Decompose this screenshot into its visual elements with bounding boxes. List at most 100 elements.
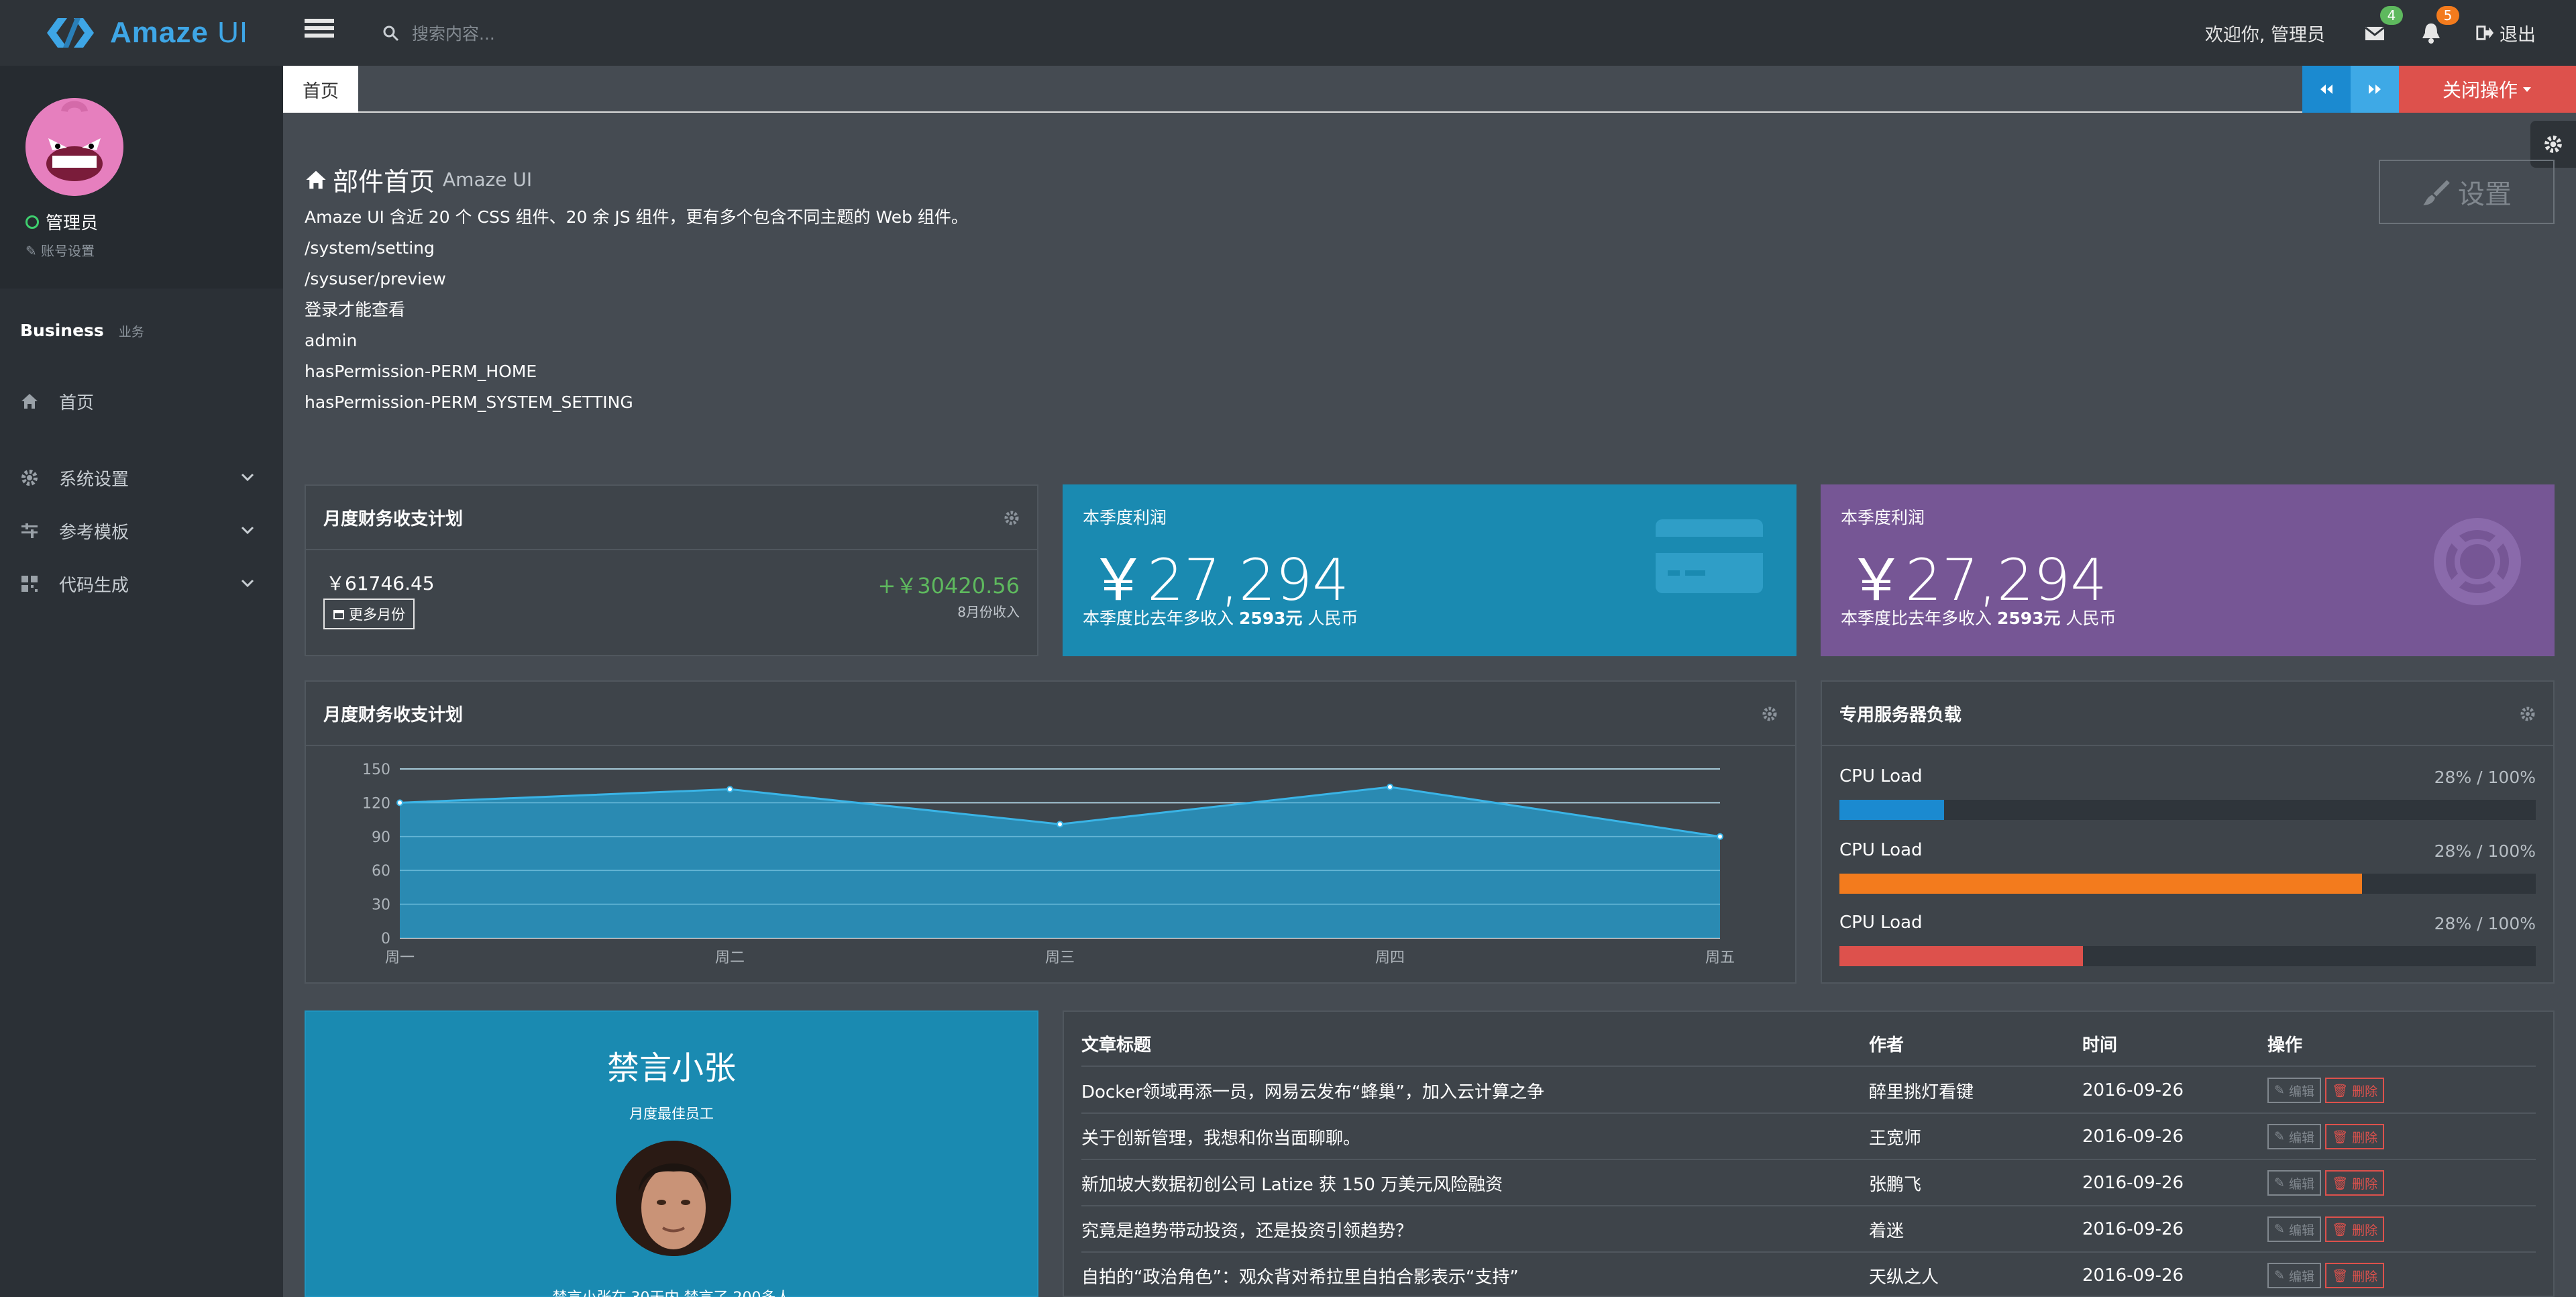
employee-name: 禁言小张 — [606, 1049, 736, 1087]
x-tick-label: 周四 — [1375, 949, 1405, 966]
logo[interactable]: Amaze UI — [0, 0, 283, 66]
article-time: 2016-09-26 — [2082, 1265, 2184, 1286]
edit-button[interactable]: ✎ 编辑 — [2267, 1124, 2321, 1149]
progress-value: 28% / 100% — [2434, 914, 2536, 933]
sidebar-section-title: Business 业务 — [20, 321, 144, 340]
notification-button[interactable]: 5 — [2419, 6, 2459, 45]
home-icon — [21, 394, 38, 409]
article-author: 天纵之人 — [1869, 1267, 1939, 1288]
sidebar-item-system-settings[interactable]: 系统设置 — [20, 458, 255, 498]
search-input[interactable] — [412, 23, 761, 44]
tab-prev-button[interactable] — [2302, 66, 2351, 113]
logout-label: 退出 — [2500, 24, 2536, 46]
header-actions: 欢迎你, 管理员 4 5 退出 — [2205, 0, 2536, 66]
edit-button[interactable]: ✎ 编辑 — [2267, 1263, 2321, 1288]
series-area — [400, 786, 1720, 938]
article-title[interactable]: 自拍的“政治角色”：观众背对希拉里自拍合影表示“支持” — [1081, 1263, 1869, 1288]
table-row: 自拍的“政治角色”：观众背对希拉里自拍合影表示“支持” 天纵之人 2016-09-2… — [1081, 1253, 2536, 1297]
chevron-down-icon — [241, 473, 254, 482]
stat-subtext: 本季度比去年多收入 2593元 人民币 — [1083, 609, 1358, 628]
app-name: Amaze UI — [110, 16, 249, 49]
sidebar-item-codegen[interactable]: 代码生成 — [20, 564, 255, 604]
y-tick-label: 60 — [372, 863, 390, 880]
mail-count-badge: 4 — [2380, 6, 2403, 25]
home-icon — [306, 170, 326, 189]
settings-button[interactable]: 设置 — [2379, 160, 2555, 224]
progress-value: 28% / 100% — [2434, 768, 2536, 787]
menu-toggle-icon[interactable] — [305, 19, 334, 46]
tab-bar: 首页 关闭操作 — [283, 66, 2576, 113]
progress-fill — [1839, 874, 2362, 894]
x-tick-label: 周三 — [1045, 949, 1075, 966]
amaze-logo-icon — [47, 18, 94, 48]
progress-value: 28% / 100% — [2434, 841, 2536, 861]
article-author: 张鹏飞 — [1869, 1174, 1922, 1195]
table-row: 关于创新管理，我想和你当面聊聊。 王宽师 2016-09-26 ✎ 编辑 🗑 删除 — [1081, 1114, 2536, 1160]
mail-button[interactable]: 4 — [2363, 6, 2403, 45]
sidebar-item-templates[interactable]: 参考模板 — [20, 511, 255, 551]
data-point — [1057, 821, 1063, 828]
gear-icon[interactable] — [2520, 706, 2536, 722]
progress-bar — [1839, 874, 2536, 894]
article-time: 2016-09-26 — [2082, 1219, 2184, 1239]
article-title[interactable]: Docker领域再添一员，网易云发布“蜂巢”，加入云计算之争 — [1081, 1078, 1869, 1103]
articles-table: 文章标题 作者 时间 操作 Docker领域再添一员，网易云发布“蜂巢”，加入云… — [1063, 1010, 2555, 1297]
employee-description: 禁言小张在 30天内 禁言了 200多人 — [306, 1286, 1037, 1297]
logout-button[interactable]: 退出 — [2475, 20, 2536, 46]
y-tick-label: 0 — [381, 931, 390, 947]
article-title[interactable]: 究竟是趋势带动投资，还是投资引领趋势？ — [1081, 1217, 1869, 1242]
article-time: 2016-09-26 — [2082, 1173, 2184, 1193]
delete-button[interactable]: 🗑 删除 — [2324, 1170, 2385, 1196]
delete-button[interactable]: 🗑 删除 — [2324, 1078, 2385, 1103]
online-status-icon — [25, 215, 39, 229]
server-load-header: 专用服务器负载 — [1822, 682, 2553, 746]
chevron-down-icon — [241, 526, 254, 535]
delete-button[interactable]: 🗑 删除 — [2324, 1216, 2385, 1242]
progress-label: CPU Load — [1839, 913, 1923, 933]
gear-icon[interactable] — [1004, 510, 1020, 526]
edit-button[interactable]: ✎ 编辑 — [2267, 1216, 2321, 1242]
delete-button[interactable]: 🗑 删除 — [2324, 1124, 2385, 1149]
gear-icon[interactable] — [1762, 706, 1778, 722]
close-operations-button[interactable]: 关闭操作 — [2399, 66, 2576, 113]
more-months-button[interactable]: 更多月份 — [323, 599, 415, 629]
sliders-icon — [21, 523, 38, 538]
article-title[interactable]: 关于创新管理，我想和你当面聊聊。 — [1081, 1125, 1869, 1149]
tab-home[interactable]: 首页 — [283, 66, 358, 113]
sidebar-item-home[interactable]: 首页 — [20, 381, 255, 421]
employee-title: 月度最佳员工 — [629, 1106, 714, 1122]
caret-down-icon — [2523, 87, 2531, 92]
data-point — [396, 799, 403, 807]
cog-icon — [21, 470, 38, 486]
finance-panel: 月度财务收支计划 ￥61746.45 更多月份 +￥30420.56 8月份收入 — [305, 484, 1038, 656]
edit-button[interactable]: ✎ 编辑 — [2267, 1078, 2321, 1103]
profit-stat-blue: 本季度利润 ￥27,294 本季度比去年多收入 2593元 人民币 — [1063, 484, 1796, 656]
stat-label: 本季度利润 — [1083, 508, 1167, 527]
forward-icon — [2369, 85, 2381, 94]
page-header: 部件首页 Amaze UI Amaze UI 含近 20 个 CSS 组件、20 … — [305, 161, 968, 414]
info-line: hasPermission-PERM_SYSTEM_SETTING — [305, 393, 633, 412]
progress-label: CPU Load — [1839, 840, 1923, 860]
search-bar — [382, 20, 785, 47]
delete-button[interactable]: 🗑 删除 — [2324, 1263, 2385, 1288]
stat-subtext: 本季度比去年多收入 2593元 人民币 — [1841, 609, 2116, 628]
avatar[interactable] — [25, 98, 123, 196]
table-row: 新加坡大数据初创公司 Latize 获 150 万美元风险融资 张鹏飞 2016-0… — [1081, 1161, 2536, 1206]
x-tick-label: 周二 — [715, 949, 745, 966]
y-tick-label: 120 — [362, 795, 390, 812]
info-line: hasPermission-PERM_HOME — [305, 362, 537, 381]
x-tick-label: 周五 — [1705, 949, 1735, 966]
account-settings-link[interactable]: ✎ 账号设置 — [25, 240, 95, 260]
sidebar: 管理员 ✎ 账号设置 Business 业务 首页 系统设置 参考模板 代码生成 — [0, 66, 283, 1297]
tab-divider — [358, 111, 2351, 113]
progress-fill — [1839, 946, 2084, 966]
tab-next-button[interactable] — [2351, 66, 2399, 113]
backward-icon — [2320, 85, 2332, 94]
y-tick-label: 90 — [372, 829, 390, 846]
edit-button[interactable]: ✎ 编辑 — [2267, 1170, 2321, 1196]
article-title[interactable]: 新加坡大数据初创公司 Latize 获 150 万美元风险融资 — [1081, 1171, 1869, 1196]
life-ring-icon — [2434, 518, 2521, 605]
user-profile: 管理员 ✎ 账号设置 — [0, 66, 283, 289]
envelope-icon — [2365, 26, 2385, 40]
bell-icon — [2422, 23, 2440, 44]
